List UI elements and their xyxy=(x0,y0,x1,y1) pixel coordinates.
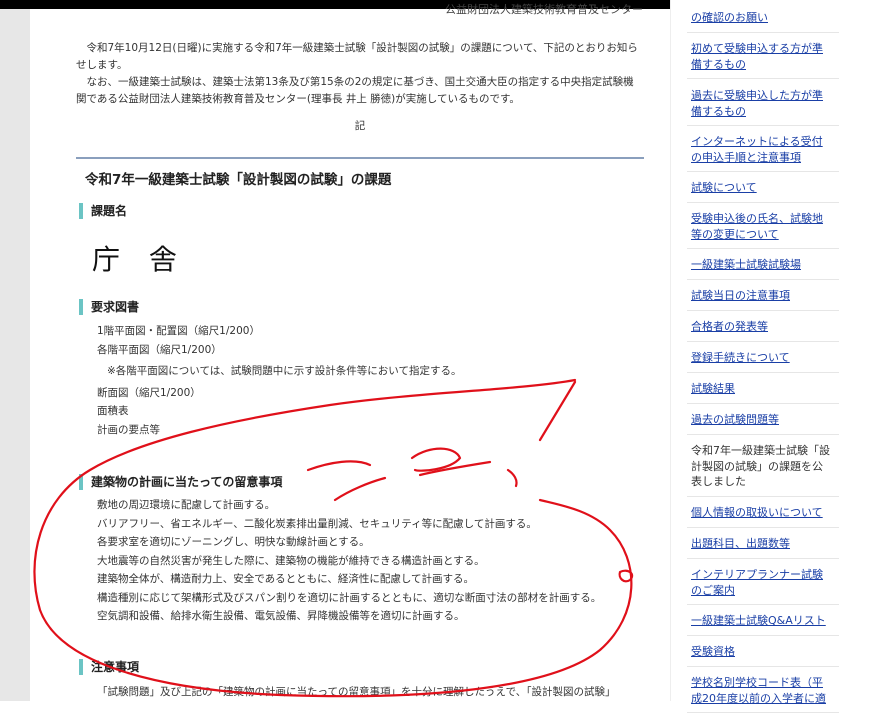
sidebar-item[interactable]: 試験当日の注意事項 xyxy=(687,288,839,310)
sidebar-link[interactable]: 出題科目、出題数等 xyxy=(691,537,790,550)
sidebar-item[interactable]: 合格者の発表等 xyxy=(687,319,839,341)
list-item: 断面図（縮尺1/200） xyxy=(97,386,201,399)
list-item: 構造種別に応じて架構形式及びスパン割りを適切に計画するとともに、適切な断面寸法の… xyxy=(97,591,602,604)
sidebar-nav: の確認のお願い 初めて受験申込する方が準備するもの 過去に受験申込した方が準備す… xyxy=(670,0,873,713)
sidebar-link[interactable]: 過去に受験申込した方が準備するもの xyxy=(691,89,823,118)
sidebar-link[interactable]: インテリアプランナー試験のご案内 xyxy=(691,568,823,597)
sidebar-item[interactable]: の確認のお願い xyxy=(687,10,839,32)
sidebar-item[interactable]: 学校名別学校コード表（平成20年度以前の入学者に適 xyxy=(687,675,839,713)
sidebar-text: 令和7年一級建築士試験「設計製図の試験」の課題を公表しました xyxy=(691,444,830,488)
sidebar-link[interactable]: 学校名別学校コード表（平成20年度以前の入学者に適 xyxy=(691,676,826,705)
sidebar-link[interactable]: 試験当日の注意事項 xyxy=(691,289,790,302)
annotation-stroke xyxy=(538,380,577,442)
list-item: 1階平面図・配置図（縮尺1/200） xyxy=(97,325,260,337)
list-item: 空気調和設備、給排水衛生設備、電気設備、昇降機設備等を適切に計画する。 xyxy=(97,610,465,622)
chuui-heading: 注意事項 xyxy=(79,659,139,675)
annotation-stroke xyxy=(618,569,634,583)
youkyu-note: ※各階平面図については、試験問題中に示す設計条件等において指定する。 xyxy=(107,365,462,377)
sidebar-item[interactable]: 出題科目、出題数等 xyxy=(687,536,839,558)
list-item: 面積表 xyxy=(97,405,129,417)
sidebar-link[interactable]: 登録手続きについて xyxy=(691,351,790,364)
sidebar-item[interactable]: 受験資格 xyxy=(687,644,839,666)
sidebar-link[interactable]: 試験について xyxy=(691,181,757,194)
annotation-stroke xyxy=(410,447,462,472)
chuui-text: 「試験問題」及び上記の「建築物の計画に当たっての留意事項」を十分に理解したうえで… xyxy=(97,686,616,698)
list-item: 敷地の周辺環境に配慮して計画する。 xyxy=(97,499,276,511)
sidebar-item[interactable]: 過去の試験問題等 xyxy=(687,412,839,434)
list-item: 計画の要点等 xyxy=(97,423,160,436)
sidebar-link[interactable]: 初めて受験申込する方が準備するもの xyxy=(691,42,823,71)
sidebar-item[interactable]: 一級建築士試験試験場 xyxy=(687,257,839,279)
sidebar-item[interactable]: 過去に受験申込した方が準備するもの xyxy=(687,88,839,126)
annotation-stroke xyxy=(306,460,372,472)
sidebar-link[interactable]: 一級建築士試験Q&Aリスト xyxy=(691,614,826,627)
annotation-stroke xyxy=(418,460,492,477)
sidebar-item[interactable]: 個人情報の取扱いについて xyxy=(687,505,839,527)
sidebar-item[interactable]: 登録手続きについて xyxy=(687,350,839,372)
left-gutter xyxy=(0,9,30,701)
sidebar-item[interactable]: インターネットによる受付の申込手順と注意事項 xyxy=(687,134,839,172)
ki-mark: 記 xyxy=(354,120,366,132)
ryuui-heading: 建築物の計画に当たっての留意事項 xyxy=(79,474,282,490)
sidebar-item[interactable]: 試験について xyxy=(687,180,839,202)
sidebar-item[interactable]: 一級建築士試験Q&Aリスト xyxy=(687,613,839,635)
sidebar-link[interactable]: 一級建築士試験試験場 xyxy=(691,258,801,271)
section-title: 令和7年一級建築士試験「設計製図の試験」の課題 xyxy=(76,157,644,188)
kadai-name: 庁 舎 xyxy=(92,243,187,276)
list-item: バリアフリー、省エネルギー、二酸化炭素排出量削減、セキュリティ等に配慮して計画す… xyxy=(97,517,537,530)
youkyu-heading: 要求図書 xyxy=(79,299,139,315)
sidebar-link[interactable]: 試験結果 xyxy=(691,382,735,395)
sidebar-item[interactable]: 受験申込後の氏名、試験地等の変更について xyxy=(687,211,839,249)
sidebar-link[interactable]: インターネットによる受付の申込手順と注意事項 xyxy=(691,135,823,164)
sidebar-link[interactable]: 個人情報の取扱いについて xyxy=(691,506,823,519)
list-item: 大地震等の自然災害が発生した際に、建築物の機能が維持できる構造計画とする。 xyxy=(97,554,485,567)
sidebar-link[interactable]: 過去の試験問題等 xyxy=(691,413,779,426)
annotation-stroke xyxy=(506,468,518,488)
header-organization: 公益財団法人建築技術教育普及センター xyxy=(445,3,643,16)
sidebar-item[interactable]: 初めて受験申込する方が準備するもの xyxy=(687,41,839,79)
sidebar-link[interactable]: 合格者の発表等 xyxy=(691,320,768,333)
intro-paragraph-1: 令和7年10月12日(日曜)に実施する令和7年一級建築士試験「設計製図の試験」の… xyxy=(76,42,638,71)
sidebar-item[interactable]: 試験結果 xyxy=(687,381,839,403)
intro-paragraph-2: なお、一級建築士試験は、建築士法第13条及び第15条の2の規定に基づき、国土交通… xyxy=(76,76,634,105)
sidebar-item-current: 令和7年一級建築士試験「設計製図の試験」の課題を公表しました xyxy=(687,443,839,496)
list-item: 建築物全体が、構造耐力上、安全であるとともに、経済性に配慮して計画する。 xyxy=(97,573,475,585)
list-item: 各階平面図（縮尺1/200） xyxy=(97,343,222,356)
sidebar-item[interactable]: インテリアプランナー試験のご案内 xyxy=(687,567,839,605)
sidebar-link[interactable]: 受験資格 xyxy=(691,645,735,658)
sidebar-link[interactable]: 受験申込後の氏名、試験地等の変更について xyxy=(691,212,823,241)
kadai-heading: 課題名 xyxy=(79,203,127,219)
intro-block: 令和7年10月12日(日曜)に実施する令和7年一級建築士試験「設計製図の試験」の… xyxy=(76,40,644,133)
sidebar-link[interactable]: の確認のお願い xyxy=(691,11,768,24)
list-item: 各要求室を適切にゾーニングし、明快な動線計画とする。 xyxy=(97,536,370,548)
ryuui-list: 敷地の周辺環境に配慮して計画する。 バリアフリー、省エネルギー、二酸化炭素排出量… xyxy=(97,496,601,626)
youkyu-list: 1階平面図・配置図（縮尺1/200） 各階平面図（縮尺1/200） ※各階平面図… xyxy=(97,322,461,439)
